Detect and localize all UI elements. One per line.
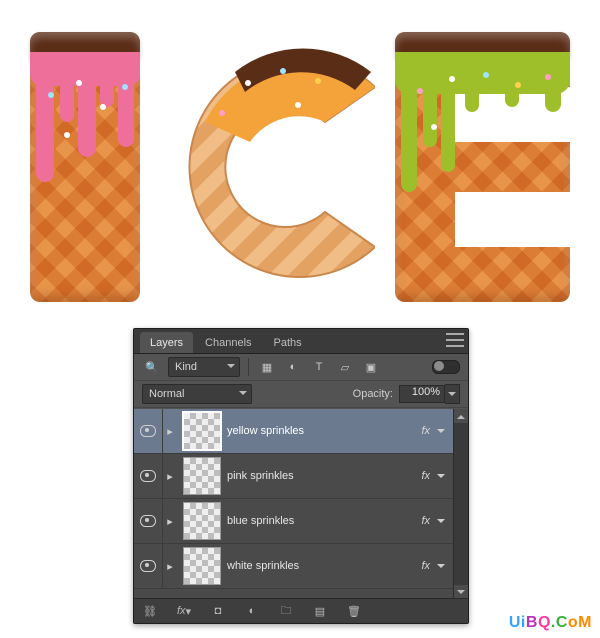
letter-c bbox=[175, 32, 375, 302]
delete-layer-icon[interactable]: 🗑 bbox=[344, 602, 364, 620]
fx-badge[interactable]: fx bbox=[421, 470, 430, 482]
ice-artwork bbox=[0, 12, 600, 312]
layers-list: ▸ yellow sprinkles fx ▸ pink sprinkles f… bbox=[134, 409, 454, 599]
disclosure-icon[interactable]: ▸ bbox=[163, 560, 177, 573]
layer-thumbnail[interactable] bbox=[183, 412, 221, 450]
filter-toggle[interactable] bbox=[432, 360, 460, 374]
layer-row[interactable]: ▸ pink sprinkles fx bbox=[134, 454, 454, 499]
layer-row[interactable]: ▸ white sprinkles fx bbox=[134, 544, 454, 589]
search-icon: 🔍 bbox=[142, 358, 162, 376]
blend-mode-dropdown[interactable]: Normal bbox=[142, 384, 252, 404]
letter-i bbox=[30, 32, 140, 302]
disclosure-icon[interactable]: ▸ bbox=[163, 515, 177, 528]
eye-icon bbox=[140, 515, 156, 527]
scroll-down-icon[interactable] bbox=[454, 585, 468, 599]
add-mask-icon[interactable]: ◘ bbox=[208, 602, 228, 620]
disclosure-icon[interactable]: ▸ bbox=[163, 470, 177, 483]
letter-e bbox=[395, 32, 570, 302]
filter-pixel-icon[interactable]: ▦ bbox=[257, 358, 277, 376]
fx-collapse-icon[interactable] bbox=[434, 469, 448, 483]
layer-thumbnail[interactable] bbox=[183, 502, 221, 540]
panel-tabs: Layers Channels Paths bbox=[134, 329, 468, 354]
layers-panel: Layers Channels Paths 🔍 Kind ▦ ◐ T ▱ ▣ N… bbox=[133, 328, 469, 624]
layer-name[interactable]: yellow sprinkles bbox=[227, 425, 421, 437]
filter-row: 🔍 Kind ▦ ◐ T ▱ ▣ bbox=[134, 354, 468, 381]
scroll-up-icon[interactable] bbox=[454, 409, 468, 423]
new-layer-icon[interactable]: ▤ bbox=[310, 602, 330, 620]
filter-smart-icon[interactable]: ▣ bbox=[361, 358, 381, 376]
tab-layers[interactable]: Layers bbox=[140, 332, 193, 353]
eye-icon bbox=[140, 470, 156, 482]
layer-name[interactable]: pink sprinkles bbox=[227, 470, 421, 482]
fx-badge[interactable]: fx bbox=[421, 560, 430, 572]
new-adjustment-icon[interactable]: ◐ bbox=[242, 602, 262, 620]
visibility-toggle[interactable] bbox=[134, 499, 163, 543]
blend-opacity-row: Normal Opacity: 100% bbox=[134, 381, 468, 408]
opacity-input[interactable]: 100% bbox=[399, 385, 445, 403]
visibility-toggle[interactable] bbox=[134, 409, 163, 453]
panel-menu-icon[interactable] bbox=[446, 333, 464, 347]
eye-icon bbox=[140, 560, 156, 572]
layer-fx-icon[interactable]: fx▾ bbox=[174, 602, 194, 620]
layer-thumbnail[interactable] bbox=[183, 457, 221, 495]
layer-row[interactable]: ▸ blue sprinkles fx bbox=[134, 499, 454, 544]
watermark: UiBQ.CoM bbox=[509, 614, 592, 632]
fx-collapse-icon[interactable] bbox=[434, 559, 448, 573]
new-group-icon[interactable]: 🗀 bbox=[276, 602, 296, 620]
tab-paths[interactable]: Paths bbox=[264, 332, 312, 353]
layer-row[interactable]: ▸ yellow sprinkles fx bbox=[134, 409, 454, 454]
filter-kind-dropdown[interactable]: Kind bbox=[168, 357, 240, 377]
layer-name[interactable]: blue sprinkles bbox=[227, 515, 421, 527]
layer-thumbnail[interactable] bbox=[183, 547, 221, 585]
disclosure-icon[interactable]: ▸ bbox=[163, 425, 177, 438]
panel-footer: ⛓ fx▾ ◘ ◐ 🗀 ▤ 🗑 bbox=[134, 598, 468, 623]
filter-type-icon[interactable]: T bbox=[309, 358, 329, 376]
letter-c-shape bbox=[175, 32, 375, 302]
fx-badge[interactable]: fx bbox=[421, 515, 430, 527]
opacity-flyout[interactable] bbox=[445, 384, 460, 404]
opacity-label: Opacity: bbox=[353, 388, 393, 400]
scrollbar[interactable] bbox=[453, 409, 468, 599]
tab-channels[interactable]: Channels bbox=[195, 332, 261, 353]
fx-badge[interactable]: fx bbox=[421, 425, 430, 437]
link-layers-icon[interactable]: ⛓ bbox=[140, 602, 160, 620]
visibility-toggle[interactable] bbox=[134, 544, 163, 588]
layer-name[interactable]: white sprinkles bbox=[227, 560, 421, 572]
canvas: Layers Channels Paths 🔍 Kind ▦ ◐ T ▱ ▣ N… bbox=[0, 0, 600, 638]
filter-shape-icon[interactable]: ▱ bbox=[335, 358, 355, 376]
visibility-toggle[interactable] bbox=[134, 454, 163, 498]
fx-collapse-icon[interactable] bbox=[434, 514, 448, 528]
eye-icon bbox=[140, 425, 156, 437]
filter-adjustment-icon[interactable]: ◐ bbox=[283, 358, 303, 376]
fx-collapse-icon[interactable] bbox=[434, 424, 448, 438]
